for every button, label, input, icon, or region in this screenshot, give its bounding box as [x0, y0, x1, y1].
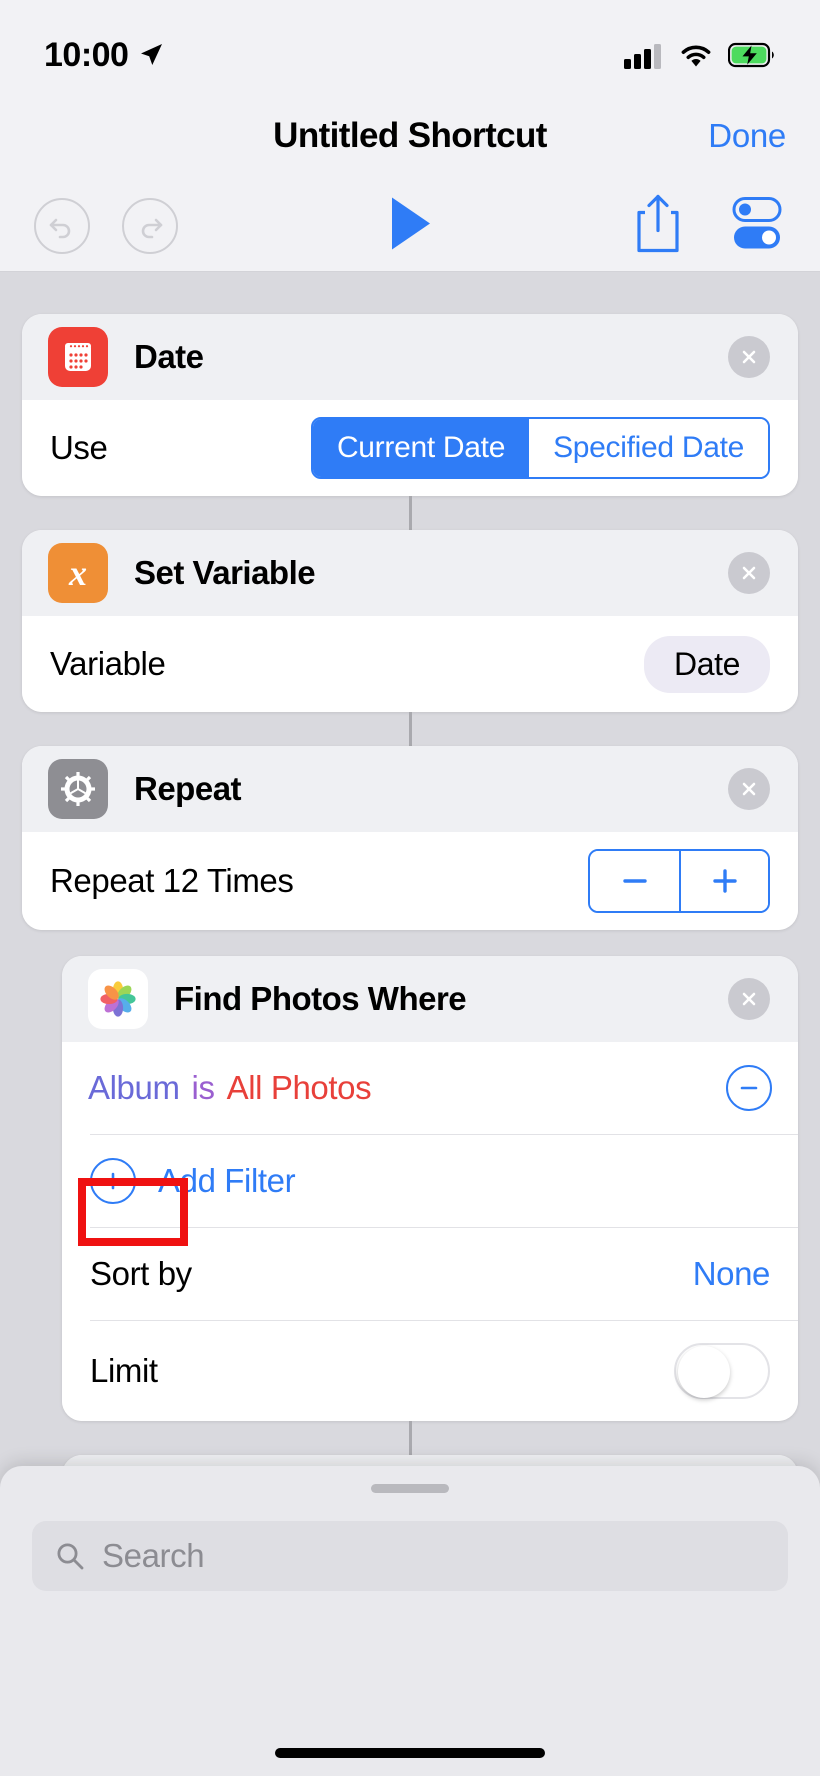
navigation-bar: Untitled Shortcut Done: [0, 92, 820, 180]
action-title: Date: [134, 338, 204, 375]
toolbar-right-group: [632, 192, 786, 259]
action-card-find-photos-where[interactable]: Find Photos Where Album is All Photos Ad…: [62, 956, 798, 1421]
cellular-bars-icon: [624, 44, 661, 69]
settings-toggles-icon: [732, 196, 782, 248]
row-label-use: Use: [50, 429, 108, 466]
filter-value-all-photos[interactable]: All Photos: [227, 1069, 372, 1107]
undo-button[interactable]: [34, 197, 90, 254]
add-filter-row[interactable]: Add Filter: [62, 1135, 798, 1227]
action-card-repeat[interactable]: Repeat Repeat 12 Times: [22, 746, 798, 930]
variable-token-date[interactable]: Date: [644, 635, 770, 693]
remove-action-button[interactable]: [728, 552, 770, 594]
action-header-date: Date: [22, 314, 798, 400]
run-shortcut-button[interactable]: [386, 194, 434, 257]
share-button[interactable]: [632, 192, 684, 259]
action-title: Set Variable: [134, 554, 316, 591]
calendar-icon: [48, 327, 108, 387]
sort-by-row[interactable]: Sort by None: [62, 1228, 798, 1320]
action-card-set-variable[interactable]: x Set Variable Variable Date: [22, 530, 798, 712]
sort-by-value[interactable]: None: [693, 1255, 771, 1293]
photo-filter-row[interactable]: Album is All Photos: [62, 1042, 798, 1134]
set-variable-row[interactable]: Variable Date: [22, 616, 798, 712]
close-icon: [742, 350, 756, 364]
home-indicator: [275, 1748, 545, 1758]
repeat-count-stepper[interactable]: [588, 849, 770, 913]
filter-variable-album[interactable]: Album: [88, 1069, 180, 1107]
limit-toggle[interactable]: [674, 1343, 770, 1399]
search-input[interactable]: Search: [32, 1521, 788, 1591]
share-icon: [637, 194, 679, 252]
close-icon: [742, 782, 756, 796]
remove-filter-button[interactable]: [726, 1065, 772, 1111]
battery-charging-icon: [728, 42, 774, 68]
action-title: Repeat: [134, 770, 242, 807]
minus-circle-icon: [740, 1086, 758, 1090]
action-header-set-variable: x Set Variable: [22, 530, 798, 616]
repeat-count-row[interactable]: Repeat 12 Times: [22, 832, 798, 930]
row-label-limit: Limit: [90, 1352, 158, 1389]
segment-specified-date[interactable]: Specified Date: [529, 419, 768, 477]
add-filter-label[interactable]: Add Filter: [158, 1162, 296, 1200]
status-bar-right: [624, 41, 776, 69]
done-button[interactable]: Done: [708, 117, 786, 155]
remove-action-button[interactable]: [728, 336, 770, 378]
wifi-icon: [681, 45, 711, 67]
search-placeholder: Search: [102, 1537, 205, 1574]
close-icon: [742, 566, 756, 580]
action-title: Find Photos Where: [174, 980, 467, 1017]
minus-icon: [622, 879, 647, 883]
redo-icon: [141, 218, 163, 238]
row-label-repeat-count: Repeat 12 Times: [50, 862, 294, 899]
date-use-row[interactable]: Use Current Date Specified Date: [22, 400, 798, 496]
toggle-knob: [678, 1346, 730, 1398]
shortcut-settings-button[interactable]: [730, 194, 786, 257]
editor-toolbar: [0, 180, 820, 272]
photos-icon: [88, 969, 148, 1029]
page-title: Untitled Shortcut: [273, 116, 547, 155]
plus-icon: [712, 869, 737, 893]
sheet-grabber[interactable]: [371, 1484, 449, 1493]
plus-circle-icon: [90, 1158, 136, 1204]
close-icon: [742, 992, 756, 1006]
location-arrow-icon: [141, 44, 163, 65]
status-bar: 10:00: [0, 0, 820, 92]
play-icon: [392, 197, 430, 249]
search-sheet[interactable]: Search: [0, 1466, 820, 1776]
status-bar-left: 10:00: [44, 36, 164, 75]
stepper-increment-button[interactable]: [679, 851, 768, 911]
filter-operator[interactable]: is: [192, 1069, 215, 1107]
action-connector: [408, 496, 412, 530]
clock-label: 10:00: [44, 35, 129, 74]
action-card-date[interactable]: Date Use Current Date Specified Date: [22, 314, 798, 496]
variable-x-icon: x: [48, 543, 108, 603]
action-connector: [408, 712, 412, 746]
remove-action-button[interactable]: [728, 768, 770, 810]
action-header-repeat: Repeat: [22, 746, 798, 832]
gear-icon: [48, 759, 108, 819]
shortcuts-editor-screen: 10:00 Untitled Shortcut Done Date Use Cu…: [0, 0, 820, 1776]
remove-action-button[interactable]: [728, 978, 770, 1020]
row-label-variable: Variable: [50, 645, 166, 682]
segment-current-date[interactable]: Current Date: [312, 419, 530, 477]
limit-row[interactable]: Limit: [62, 1321, 798, 1421]
action-header-find-photos: Find Photos Where: [62, 956, 798, 1042]
undo-icon: [49, 218, 71, 238]
search-icon: [57, 1543, 84, 1570]
toolbar-left-group: [34, 197, 178, 254]
stepper-decrement-button[interactable]: [590, 851, 679, 911]
redo-button[interactable]: [122, 197, 178, 254]
action-connector: [408, 1421, 412, 1455]
row-label-sort-by: Sort by: [90, 1255, 192, 1292]
date-source-segmented-control[interactable]: Current Date Specified Date: [310, 417, 770, 479]
